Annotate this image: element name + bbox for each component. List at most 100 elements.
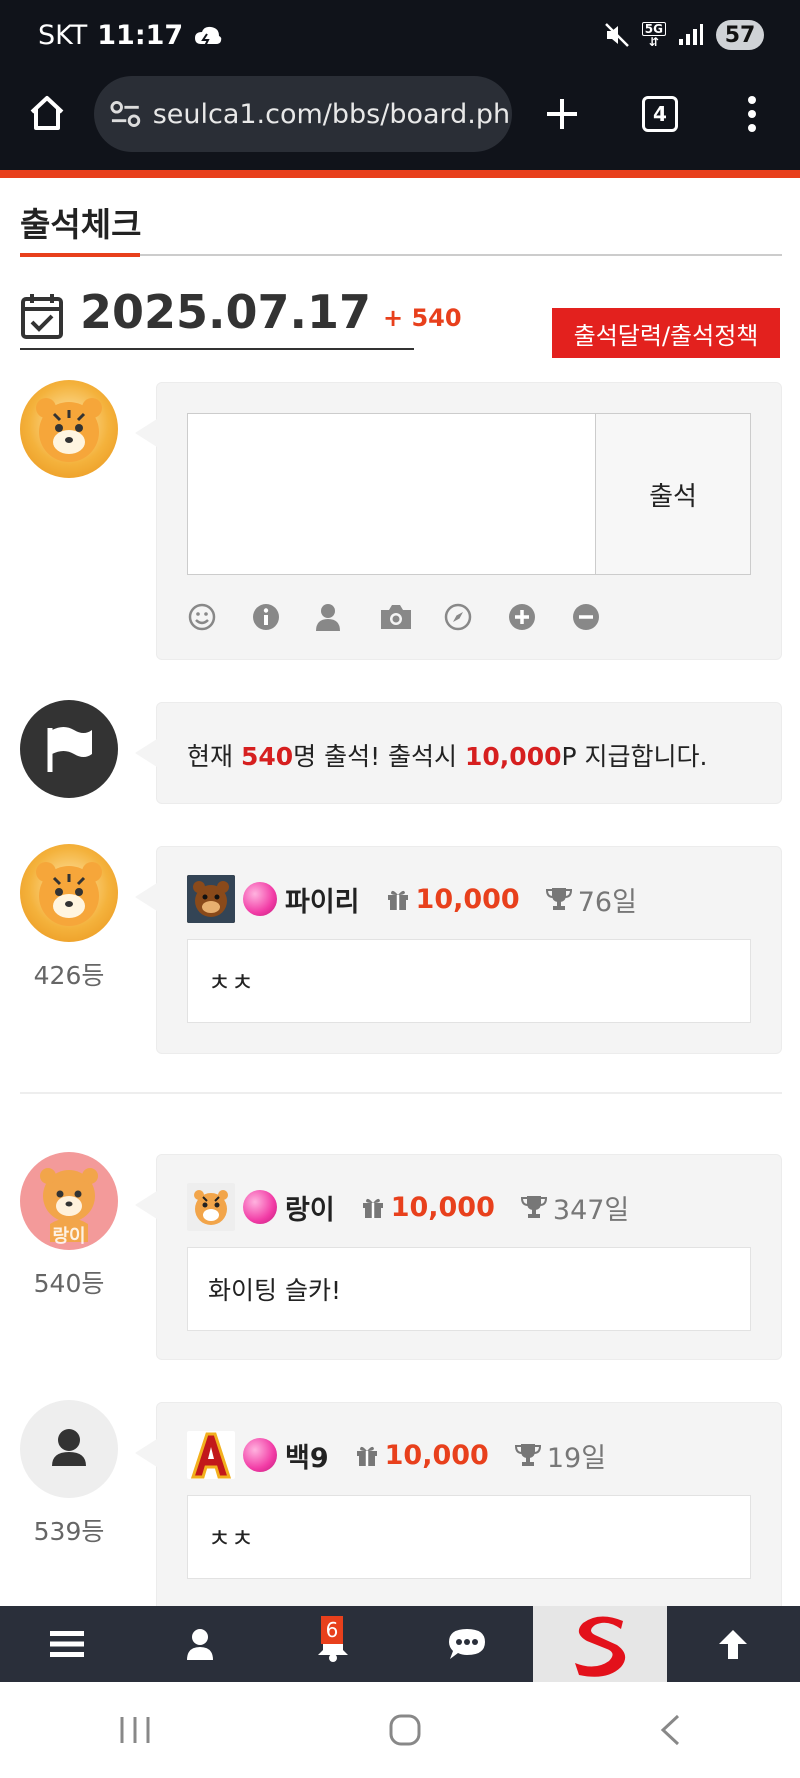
default-user-icon [52,1429,86,1466]
entry-comment: ㅊㅊ [187,1495,751,1579]
entry-days: 347일 [552,1194,630,1226]
letter-a-badge-icon [187,1431,235,1479]
date-row: 2025.07.17 + 540 [20,284,462,340]
user-icon[interactable] [315,603,341,631]
profile-button[interactable] [133,1606,266,1682]
trophy-icon [545,888,572,910]
smile-icon[interactable] [187,602,217,632]
chat-button[interactable] [400,1606,533,1682]
entry-avatar[interactable] [20,1400,118,1498]
comment-textarea[interactable] [187,413,597,575]
calendar-check-icon [21,294,63,339]
scroll-top-button[interactable] [667,1606,800,1682]
title-accent-bar [20,253,140,257]
entry-days: 19일 [546,1442,607,1474]
trophy-icon [520,1196,547,1218]
info-icon[interactable] [251,602,281,632]
compose-panel: 출석 [135,382,782,660]
entry-rank: 539등 [33,1517,105,1546]
browser-toolbar: seulca1.com/bbs/board.php 4 [0,74,800,170]
entry-points: 10,000 [390,1191,495,1223]
url-bar[interactable]: seulca1.com/bbs/board.php [94,76,512,152]
clock: 11:17 [97,20,184,51]
site-logo [574,1616,626,1677]
entry-comment: ㅊㅊ [187,939,751,1023]
menu-button[interactable] [0,1606,133,1682]
gift-icon [362,1198,383,1218]
attendance-notice: 현재 540명 출석! 출석시 10,000P 지급합니다. [135,702,782,804]
flag-avatar [20,700,118,798]
header-accent-line [0,170,800,178]
entry-nickname[interactable]: 랑이 [285,1188,335,1227]
site-settings-icon[interactable] [110,100,141,128]
level-badge [187,1183,235,1231]
system-navigation-bar [0,1682,800,1778]
date-underline [20,348,414,350]
more-menu-icon[interactable] [744,94,760,134]
chat-icon [448,1629,485,1659]
status-bar: SKT 11:17 5G ⇵ 57 [0,0,800,74]
gift-icon [387,890,408,910]
tiger-avatar-icon [36,398,102,462]
home-icon[interactable] [28,94,66,132]
flag-icon [47,727,92,772]
camera-icon[interactable] [379,603,413,631]
back-icon[interactable] [658,1713,682,1747]
entry-nickname[interactable]: 백9 [285,1436,329,1475]
menu-icon [49,1631,84,1657]
entry-rank: 426등 [33,961,105,990]
trophy-icon [514,1444,541,1466]
avatar-caption: 랑이 [52,1226,86,1247]
compose-toolbar [187,601,635,633]
notification-count-badge: 6 [320,1616,344,1644]
page-title: 출석체크 [20,205,142,244]
bear-badge-icon [187,875,235,923]
new-tab-icon[interactable] [544,96,580,132]
member-grade-icon [243,1190,277,1224]
my-avatar[interactable] [20,380,118,478]
url-text: seulca1.com/bbs/board.php [152,98,512,130]
entry-rank: 540등 [33,1269,105,1298]
battery-indicator: 57 [716,20,764,50]
compass-icon[interactable] [443,602,473,632]
arrow-up-icon [719,1630,748,1659]
home-button-icon[interactable] [388,1713,422,1747]
entry-card: 백9 10,000 19일 ㅊㅊ [135,1402,782,1612]
entry-days: 76일 [577,886,637,918]
gift-icon [356,1446,377,1466]
cloud-icon [195,26,222,46]
carrier-label: SKT [38,20,88,51]
entry-avatar[interactable] [20,844,118,942]
member-grade-icon [243,882,277,916]
tiger-badge-icon [187,1183,235,1231]
notifications-button[interactable]: 6 [267,1606,400,1682]
section-divider [20,1092,782,1094]
entry-card: 랑이 10,000 347일 화이팅 슬카! [135,1154,782,1360]
entry-comment: 화이팅 슬카! [187,1247,751,1331]
recent-apps-icon[interactable] [118,1715,152,1745]
entry-avatar[interactable]: 랑이 [20,1152,118,1250]
tiger-avatar-icon [36,862,102,926]
level-badge [187,1431,235,1479]
attendance-total: 540 [240,742,294,771]
level-badge [187,875,235,923]
reward-points: 10,000 [465,742,562,771]
attendance-date: 2025.07.17 [80,285,372,339]
signal-icon [679,24,703,45]
attend-submit-button[interactable]: 출석 [595,413,751,575]
calendar-policy-button[interactable]: 출석달력/출석정책 [552,308,780,358]
minus-circle-icon[interactable] [571,602,601,632]
entry-points: 10,000 [384,1439,489,1471]
entry-nickname[interactable]: 파이리 [285,880,360,919]
user-icon [186,1629,213,1660]
tab-switcher-button[interactable]: 4 [642,96,678,132]
site-logo-button[interactable] [533,1606,667,1682]
entry-points: 10,000 [415,883,520,915]
member-grade-icon [243,1438,277,1472]
entry-card: 파이리 10,000 76일 ㅊㅊ [135,846,782,1054]
plus-circle-icon[interactable] [507,602,537,632]
bottom-navigation: 6 [0,1606,800,1682]
network-indicator: 5G ⇵ [641,22,666,48]
mute-icon [604,23,629,47]
attendance-count-badge: + 540 [383,304,462,332]
